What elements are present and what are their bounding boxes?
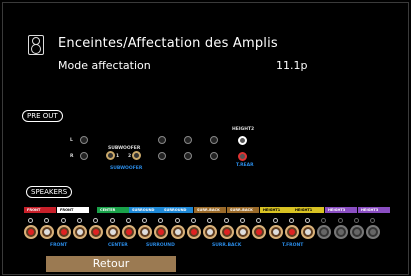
trear-jack xyxy=(238,152,247,161)
terminal-pin xyxy=(272,218,278,223)
speaker-terminal xyxy=(235,225,250,239)
terminal-pin xyxy=(125,218,131,223)
speaker-terminal xyxy=(268,225,283,239)
pre-out-jack xyxy=(80,136,88,144)
terminal-pin xyxy=(288,218,294,223)
pre-out-jack xyxy=(210,152,218,160)
subwoofer-jack xyxy=(132,151,141,160)
speaker-tag: HEIGHT3 xyxy=(325,207,357,213)
speaker-terminal xyxy=(121,225,136,239)
caption-surround: SURROUND xyxy=(146,243,175,248)
speaker-tag: SURR.BACK xyxy=(194,207,226,213)
terminal-pin xyxy=(60,218,66,223)
speaker-icon xyxy=(28,35,44,55)
speaker-terminal xyxy=(187,225,201,239)
page-title: Enceintes/Affectation des Amplis xyxy=(58,36,278,51)
subwoofer-1-label: 1 xyxy=(116,154,120,159)
speaker-tag: SURR.BACK xyxy=(227,207,259,213)
pre-out-jack xyxy=(80,152,88,160)
speaker-tag: FRONT xyxy=(24,207,56,213)
speaker-tag: SURROUND xyxy=(129,207,161,213)
subwoofer-jack xyxy=(106,151,115,160)
speaker-terminal xyxy=(72,225,87,239)
height2-jack xyxy=(238,136,247,145)
pre-out-label: PRE OUT xyxy=(22,110,63,122)
pre-out-jack xyxy=(184,152,192,160)
speaker-terminal xyxy=(24,225,38,239)
speaker-terminal xyxy=(138,225,153,239)
speaker-tag: SURROUND xyxy=(161,207,193,213)
speaker-terminal xyxy=(301,225,316,239)
speaker-tag: HEIGHT1 xyxy=(260,207,292,213)
caption-front: FRONT xyxy=(50,243,68,248)
terminal-pin xyxy=(76,218,82,223)
height2-label: HEIGHT2 xyxy=(232,127,255,132)
speaker-terminal xyxy=(170,225,185,239)
pre-out-jack xyxy=(184,136,192,144)
speakers-label: SPEAKERS xyxy=(26,186,73,198)
terminal-pin xyxy=(191,218,196,223)
pre-out-right-label: R xyxy=(70,154,74,159)
mode-value[interactable]: 11.1p xyxy=(276,59,307,72)
speaker-terminal xyxy=(333,225,348,239)
caption-t-front: T.FRONT xyxy=(282,243,304,248)
terminal-pin xyxy=(354,218,359,223)
back-button[interactable]: Retour xyxy=(46,256,176,272)
terminal-pin xyxy=(223,218,229,223)
terminal-pin xyxy=(109,218,115,223)
mode-label: Mode affectation xyxy=(58,59,151,72)
speaker-tag: HEIGHT3 xyxy=(358,207,390,213)
pre-out-jack xyxy=(210,136,218,144)
terminal-pin xyxy=(337,218,343,223)
speaker-tag: CENTER xyxy=(97,207,129,213)
trear-caption: T.REAR xyxy=(236,163,254,168)
speaker-terminal xyxy=(219,225,234,239)
amp-assign-screen: Enceintes/Affectation des Amplis Mode af… xyxy=(0,0,411,276)
subwoofer-2-label: 2 xyxy=(128,154,132,159)
pre-out-left-label: L xyxy=(70,138,73,143)
pre-out-jack xyxy=(158,136,166,144)
caption-center: CENTER xyxy=(108,243,128,248)
caption-surr-back: SURR.BACK xyxy=(212,243,242,248)
subwoofer-caption: SUBWOOFER xyxy=(110,166,143,171)
speaker-terminal xyxy=(350,225,364,239)
pre-out-jack xyxy=(158,152,166,160)
terminal-pin xyxy=(28,218,33,223)
terminal-pin xyxy=(174,218,180,223)
speaker-terminal xyxy=(284,225,299,239)
speaker-terminal xyxy=(105,225,120,239)
speaker-tag: FRONT xyxy=(57,207,89,213)
speaker-terminal xyxy=(56,225,71,239)
terminal-pin xyxy=(239,218,245,223)
speaker-tag: HEIGHT1 xyxy=(292,207,324,213)
